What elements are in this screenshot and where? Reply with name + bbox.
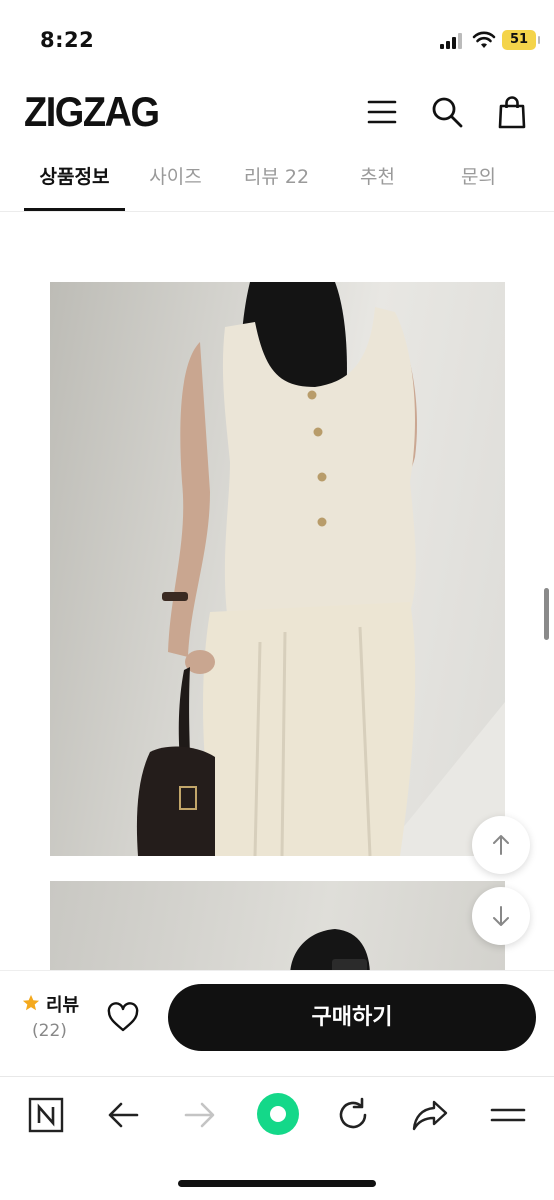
app-header: ZIGZAG xyxy=(0,80,554,150)
zigzag-logo[interactable]: ZIGZAG xyxy=(24,90,160,137)
heart-icon[interactable] xyxy=(106,1001,140,1035)
search-icon[interactable] xyxy=(429,94,465,130)
review-count[interactable]: (22) xyxy=(32,1021,67,1041)
cellular-signal-icon xyxy=(440,33,464,49)
scroll-up-button[interactable] xyxy=(472,816,530,874)
arrow-up-icon xyxy=(493,835,509,855)
scroll-down-button[interactable] xyxy=(472,887,530,945)
scroll-indicator[interactable] xyxy=(544,588,549,640)
active-tab-indicator xyxy=(24,208,125,211)
status-bar: 8:22 51 xyxy=(0,0,554,70)
naver-icon[interactable] xyxy=(26,1095,66,1135)
home-indicator xyxy=(178,1180,376,1187)
buy-button[interactable]: 구매하기 xyxy=(168,984,536,1051)
hamburger-menu-icon[interactable] xyxy=(488,1095,528,1135)
star-icon xyxy=(22,994,40,1011)
share-icon[interactable] xyxy=(410,1095,450,1135)
battery-indicator: 51 xyxy=(502,30,540,50)
tab-size[interactable]: 사이즈 xyxy=(125,162,226,212)
product-photo-2 xyxy=(50,881,505,976)
refresh-icon[interactable] xyxy=(333,1095,373,1135)
status-time: 8:22 xyxy=(40,28,95,52)
back-arrow-icon[interactable] xyxy=(103,1095,143,1135)
tab-inquiry[interactable]: 문의 xyxy=(428,162,529,212)
menu-icon[interactable] xyxy=(364,94,400,130)
wifi-icon xyxy=(472,31,496,48)
review-label[interactable]: 리뷰 xyxy=(46,991,79,1017)
tab-product-info[interactable]: 상품정보 xyxy=(24,162,125,212)
purchase-bar: 리뷰 (22) 구매하기 xyxy=(0,970,554,1076)
product-photo xyxy=(50,282,505,856)
tab-reviews[interactable]: 리뷰 22 xyxy=(226,162,327,212)
arrow-down-icon xyxy=(493,906,509,926)
shopping-bag-icon[interactable] xyxy=(494,94,530,130)
forward-arrow-icon[interactable] xyxy=(180,1095,220,1135)
green-dot-icon[interactable] xyxy=(255,1091,301,1137)
tab-recommend[interactable]: 추천 xyxy=(327,162,428,212)
product-tabs: 상품정보 사이즈 리뷰 22 추천 문의 xyxy=(0,150,554,212)
